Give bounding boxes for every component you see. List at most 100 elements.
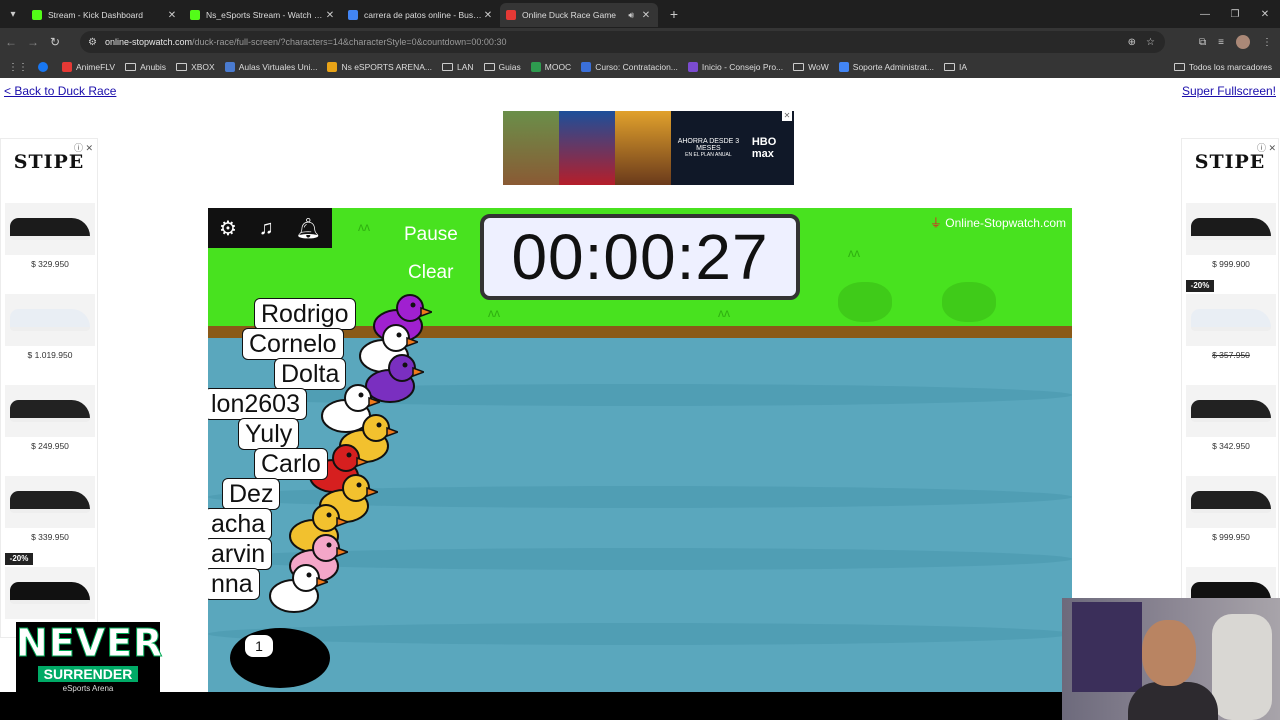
apps-icon[interactable]: ⋮⋮ bbox=[8, 62, 28, 73]
tab-search-icon[interactable]: ▾ bbox=[0, 0, 26, 28]
product-card[interactable]: $ 999.950 bbox=[1186, 476, 1276, 542]
tab-close-icon[interactable]: ✕ bbox=[640, 10, 652, 21]
browser-tab[interactable]: Ns_eSports Stream - Watch Live ✕ bbox=[184, 3, 342, 27]
profile-avatar[interactable] bbox=[1236, 35, 1250, 49]
zoom-icon[interactable]: ⊕ bbox=[1128, 37, 1136, 48]
bookmark-item[interactable]: Curso: Contratacion... bbox=[581, 62, 678, 72]
bookmark-item[interactable]: Anubis bbox=[125, 62, 166, 72]
back-icon[interactable]: ← bbox=[0, 35, 22, 49]
bookmark-item[interactable]: Guias bbox=[483, 62, 521, 72]
tab-favicon-icon bbox=[506, 10, 516, 20]
speaker-icon[interactable]: 🔊︎ bbox=[628, 10, 634, 21]
wave bbox=[208, 623, 1072, 645]
reading-list-icon[interactable]: ≡ bbox=[1218, 37, 1224, 48]
product-card[interactable]: $ 342.950 bbox=[1186, 385, 1276, 451]
url-host: online-stopwatch.com bbox=[104, 37, 193, 47]
bookmark-item[interactable]: WoW bbox=[793, 62, 829, 72]
product-card[interactable]: -20% bbox=[5, 553, 95, 619]
bookmark-item[interactable]: Soporte Administrat... bbox=[838, 62, 935, 72]
bookmark-label: Guias bbox=[498, 62, 521, 72]
webcam-person-body bbox=[1128, 682, 1218, 720]
menu-icon[interactable]: ⋮ bbox=[1262, 37, 1272, 48]
ad-info-close-icon[interactable]: ⓘ ✕ bbox=[1257, 141, 1276, 154]
browser-tab[interactable]: Stream - Kick Dashboard ✕ bbox=[26, 3, 184, 27]
product-card[interactable]: $ 329.950 bbox=[5, 203, 95, 269]
minecraft-poster bbox=[503, 111, 559, 185]
bookmark-label: MOOC bbox=[544, 62, 572, 72]
tab-title: Online Duck Race Game bbox=[522, 10, 617, 20]
bookmark-item[interactable]: XBOX bbox=[176, 62, 215, 72]
online-stopwatch-logo[interactable]: ⏚ Online-Stopwatch.com bbox=[930, 214, 1066, 231]
forward-icon[interactable]: → bbox=[22, 35, 44, 49]
tab-favicon-icon bbox=[32, 10, 42, 20]
bookmark-item[interactable]: IA bbox=[944, 62, 967, 72]
product-price: $ 342.950 bbox=[1212, 441, 1250, 451]
minimize-icon[interactable]: — bbox=[1190, 0, 1220, 28]
racer-name-label: acha bbox=[208, 508, 273, 540]
tab-favicon-icon bbox=[348, 10, 358, 20]
bookmark-item[interactable]: LAN bbox=[441, 62, 474, 72]
settings-gear-icon[interactable]: ⚙ bbox=[219, 216, 237, 241]
racer-name-label: arvin bbox=[208, 538, 273, 570]
logo-line-1: NEVER bbox=[16, 621, 164, 665]
browser-tab[interactable]: Online Duck Race Game 🔊︎ ✕ bbox=[500, 3, 658, 27]
ad-info-close-icon[interactable]: ⓘ ✕ bbox=[74, 141, 93, 154]
webcam-chair bbox=[1212, 614, 1272, 720]
racer-name-label: Carlo bbox=[254, 448, 328, 480]
product-card[interactable]: $ 249.950 bbox=[5, 385, 95, 451]
pause-button[interactable]: Pause bbox=[404, 224, 458, 246]
tab-close-icon[interactable]: ✕ bbox=[324, 10, 336, 21]
bookmark-favicon-icon bbox=[581, 62, 592, 72]
all-bookmarks[interactable]: Todos los marcadores bbox=[1173, 56, 1272, 78]
right-side-ad[interactable]: ⓘ ✕ STIPE $ 999.900 $ 357.950 -20% $ 342.95… bbox=[1181, 138, 1279, 638]
extensions-icon[interactable]: ⧉ bbox=[1199, 37, 1206, 48]
bookmark-item[interactable]: Aulas Virtuales Uni... bbox=[224, 62, 317, 72]
bush bbox=[942, 282, 996, 322]
ad-brand: STIPE bbox=[1194, 151, 1266, 173]
position-badge bbox=[230, 628, 330, 688]
bookmark-item[interactable]: AnimeFLV bbox=[62, 62, 115, 72]
product-card[interactable]: $ 339.950 bbox=[5, 476, 95, 542]
shoe-icon bbox=[1191, 309, 1271, 331]
sound-bell-icon[interactable]: 🔔︎ bbox=[296, 216, 321, 241]
logo-line-3: eSports Arena bbox=[62, 684, 114, 693]
bookmark-item[interactable]: MOOC bbox=[530, 62, 572, 72]
restore-icon[interactable]: ❐ bbox=[1220, 0, 1250, 28]
tab-close-icon[interactable]: ✕ bbox=[482, 10, 494, 21]
product-card[interactable]: $ 1.019.950 bbox=[5, 294, 95, 360]
music-icon[interactable]: ♫ bbox=[259, 217, 274, 240]
top-banner-ad[interactable]: AHORRA DESDE 3 MESES EN EL PLAN ANUAL HB… bbox=[503, 111, 794, 185]
bookmark-label: Ns eSPORTS ARENA... bbox=[341, 62, 432, 72]
browser-tab[interactable]: carrera de patos online - Busca ✕ bbox=[342, 3, 500, 27]
reload-icon[interactable]: ↻ bbox=[44, 35, 66, 49]
shoe-image bbox=[1186, 476, 1276, 528]
clear-button[interactable]: Clear bbox=[408, 262, 453, 284]
grass-tuft: ᴧᴧ bbox=[488, 306, 500, 320]
bookmark-star-icon[interactable]: ☆ bbox=[1146, 37, 1155, 48]
ad-close-icon[interactable]: ✕ bbox=[782, 111, 792, 121]
shoe-image bbox=[1186, 385, 1276, 437]
shoe-icon bbox=[10, 309, 90, 331]
product-card[interactable]: $ 357.950 -20% bbox=[1186, 280, 1276, 360]
facebook-bookmark-icon[interactable] bbox=[38, 62, 52, 72]
discount-badge: -20% bbox=[1186, 280, 1214, 292]
back-to-duck-race-link[interactable]: < Back to Duck Race bbox=[4, 84, 116, 98]
shoe-image bbox=[5, 294, 95, 346]
hbo-logo: HBO max bbox=[751, 136, 777, 160]
close-window-icon[interactable]: ✕ bbox=[1250, 0, 1280, 28]
folder-icon bbox=[176, 63, 188, 71]
product-price: $ 999.950 bbox=[1212, 532, 1250, 542]
product-card[interactable]: $ 999.900 bbox=[1186, 203, 1276, 269]
grass-tuft: ᴧᴧ bbox=[848, 246, 860, 260]
left-side-ad[interactable]: ⓘ ✕ STIPE $ 329.950 $ 1.019.950 $ 249.950 $… bbox=[0, 138, 98, 638]
bookmark-label: Soporte Administrat... bbox=[852, 62, 935, 72]
folder-icon bbox=[441, 63, 453, 71]
bookmark-item[interactable]: Inicio - Consejo Pro... bbox=[687, 62, 783, 72]
tab-close-icon[interactable]: ✕ bbox=[166, 10, 178, 21]
bookmark-favicon-icon bbox=[327, 62, 338, 72]
new-tab-button[interactable]: + bbox=[662, 6, 686, 22]
site-info-icon[interactable]: ⚙ bbox=[88, 37, 97, 48]
address-bar[interactable]: ⚙ online-stopwatch.com /duck-race/full-s… bbox=[80, 31, 1165, 53]
bookmark-item[interactable]: Ns eSPORTS ARENA... bbox=[327, 62, 432, 72]
super-fullscreen-link[interactable]: Super Fullscreen! bbox=[1182, 84, 1276, 98]
